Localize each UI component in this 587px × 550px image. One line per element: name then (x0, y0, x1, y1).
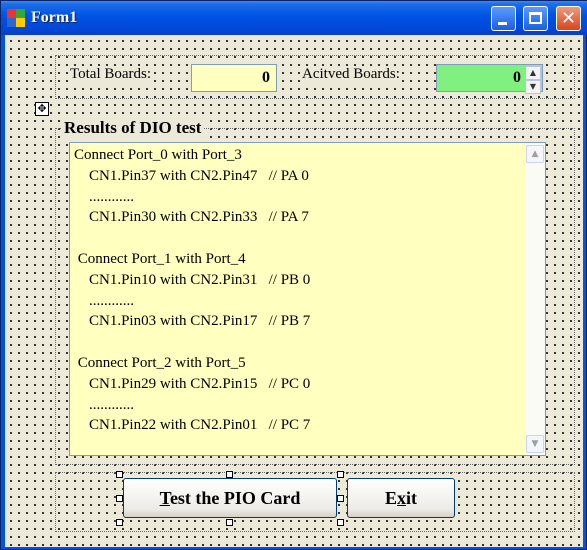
results-group-title: Results of DIO test (61, 118, 205, 138)
window-title: Form1 (31, 9, 78, 26)
minimize-button[interactable] (491, 6, 516, 31)
selection-handle[interactable] (116, 519, 123, 526)
results-textbox[interactable]: Connect Port_0 with Port_3 CN1.Pin37 wit… (69, 142, 546, 456)
results-line: CN1.Pin10 with CN2.Pin31 // PB 0 (74, 271, 311, 288)
selection-handle[interactable] (337, 519, 344, 526)
results-line: ............ (74, 188, 134, 205)
results-line: ............ (74, 396, 134, 413)
results-line: Connect Port_1 with Port_4 (74, 250, 246, 267)
close-button[interactable]: ✕ (556, 6, 581, 31)
exit-label-rest: it (406, 488, 417, 508)
title-bar[interactable]: Form1 ✕ (1, 1, 587, 35)
results-line: CN1.Pin03 with CN2.Pin17 // PB 7 (74, 313, 311, 330)
results-text: Connect Port_0 with Port_3 CN1.Pin37 wit… (74, 145, 514, 436)
minimize-icon (498, 22, 507, 25)
exit-mnemonic: x (397, 488, 406, 508)
close-icon: ✕ (560, 8, 577, 29)
spinner-buttons[interactable]: ▲ ▼ (525, 66, 541, 94)
selection-handle[interactable] (116, 495, 123, 502)
active-boards-spinner[interactable]: 0 ▲ ▼ (436, 64, 543, 94)
active-boards-value: 0 (513, 69, 521, 86)
selection-handle[interactable] (337, 471, 344, 478)
form-client-area: Total Boards: 0 Acitved Boards: 0 ▲ ▼ ✥ … (5, 35, 583, 547)
test-label-rest: est the PIO Card (169, 488, 301, 508)
test-pio-card-button[interactable]: Test the PIO Card (123, 478, 337, 518)
total-boards-field[interactable]: 0 (191, 64, 277, 92)
results-line: ............ (74, 292, 134, 309)
form1-window: Form1 ✕ Total Boards: 0 Acitved Boards: … (0, 0, 587, 550)
selection-handle[interactable] (337, 495, 344, 502)
app-icon (7, 9, 25, 27)
vertical-scrollbar[interactable]: ▲ ▼ (525, 143, 545, 455)
selection-handle[interactable] (226, 471, 233, 478)
maximize-icon (529, 12, 542, 24)
results-line: CN1.Pin22 with CN2.Pin01 // PC 7 (74, 417, 311, 434)
results-line (74, 228, 514, 249)
exit-button[interactable]: Exit (347, 478, 455, 518)
results-line: Connect Port_0 with Port_3 (74, 147, 242, 163)
scroll-down-icon[interactable]: ▼ (526, 435, 544, 453)
maximize-button[interactable] (523, 6, 548, 31)
selection-handle[interactable] (226, 519, 233, 526)
results-line (74, 332, 514, 353)
results-line: CN1.Pin30 with CN2.Pin33 // PA 7 (74, 209, 309, 226)
spin-down-icon[interactable]: ▼ (525, 80, 541, 94)
test-mnemonic: T (159, 488, 170, 508)
exit-pre: E (384, 488, 397, 508)
results-line: CN1.Pin29 with CN2.Pin15 // PC 0 (74, 375, 311, 392)
spin-up-icon[interactable]: ▲ (525, 66, 541, 80)
selection-handle[interactable] (116, 471, 123, 478)
active-boards-label: Acitved Boards: (300, 66, 402, 83)
total-boards-label: Total Boards: (68, 66, 154, 83)
boards-panel: Total Boards: 0 Acitved Boards: 0 ▲ ▼ (55, 55, 575, 99)
results-line: Connect Port_2 with Port_5 (74, 354, 246, 371)
results-line: CN1.Pin37 with CN2.Pin47 // PA 0 (74, 167, 309, 184)
scroll-up-icon[interactable]: ▲ (526, 145, 544, 163)
move-handle-icon[interactable]: ✥ (35, 102, 49, 116)
